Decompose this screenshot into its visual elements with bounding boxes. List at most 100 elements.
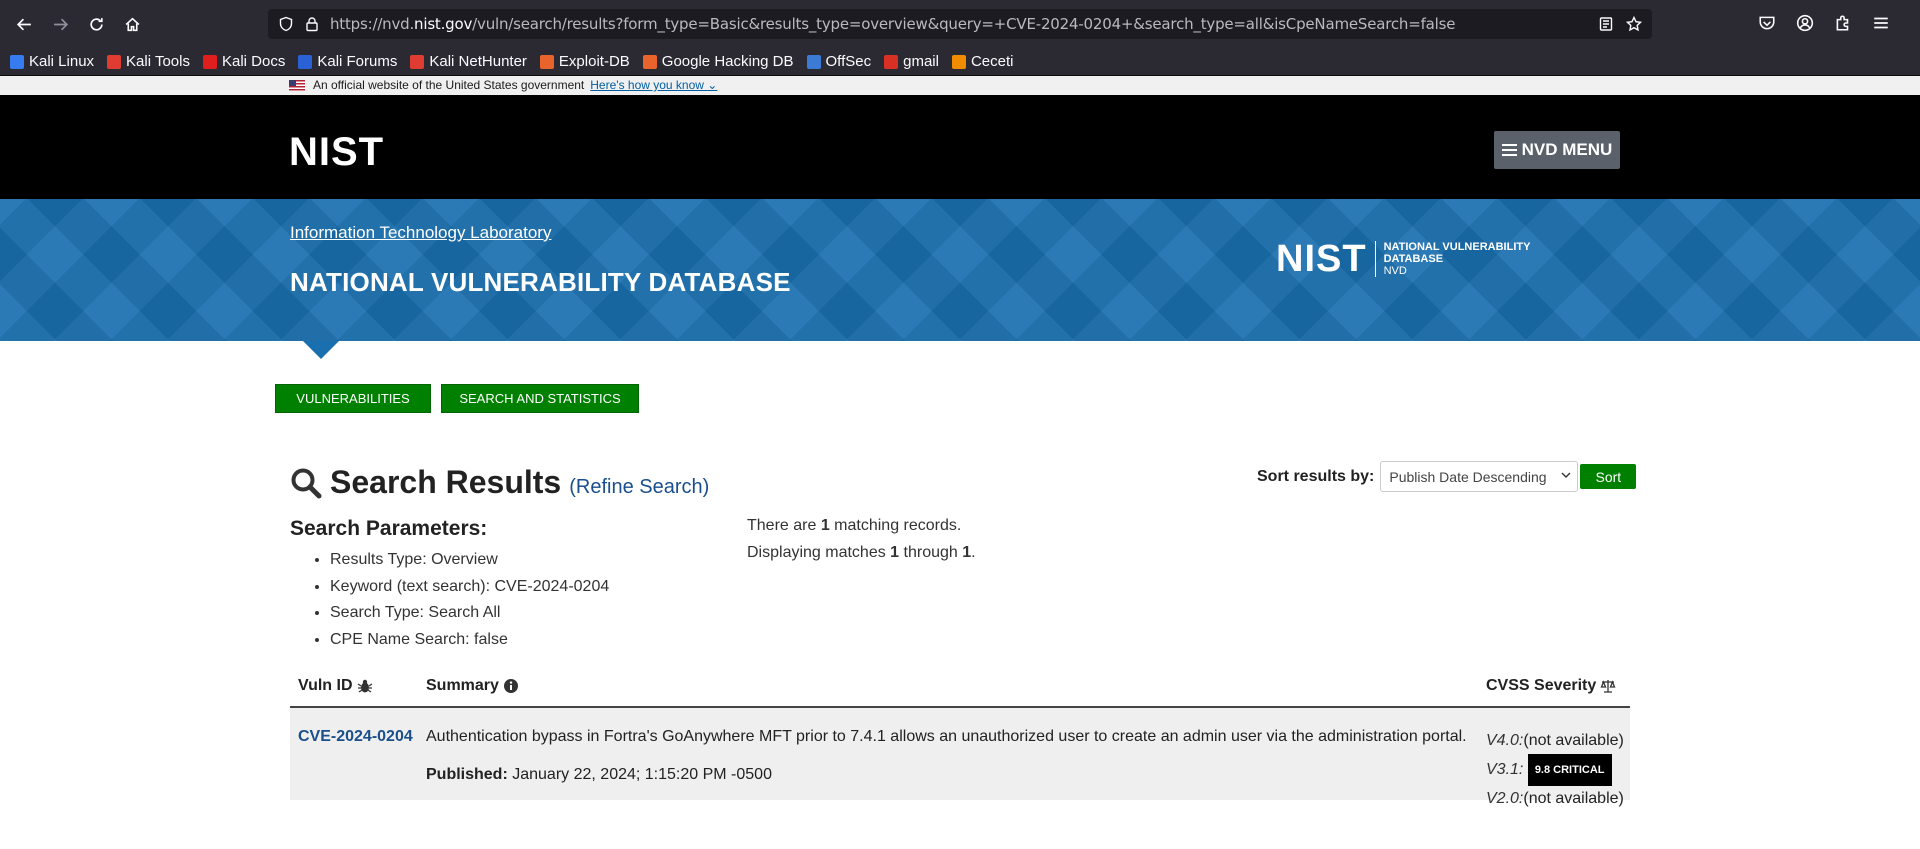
bookmark-item[interactable]: Google Hacking DB <box>642 53 794 70</box>
bookmark-label: Kali Tools <box>126 53 190 70</box>
bookmark-item[interactable]: Kali Forums <box>298 53 397 70</box>
nvd-title: NATIONAL VULNERABILITY DATABASE <box>290 267 791 297</box>
nvd-banner: Information Technology Laboratory NATION… <box>0 199 1920 341</box>
address-bar[interactable]: https://nvd.nist.gov/vuln/search/results… <box>268 9 1652 39</box>
scale-icon <box>1600 680 1616 693</box>
nvd-logo-line1: NATIONAL VULNERABILITY <box>1383 241 1531 253</box>
bookmark-item[interactable]: Kali Docs <box>202 53 286 70</box>
sort-controls: Sort results by: Publish Date Descending… <box>1257 461 1637 492</box>
bookmark-star-icon[interactable] <box>1625 15 1643 37</box>
table-row: CVE-2024-0204 Authentication bypass in F… <box>290 708 1630 807</box>
bookmark-item[interactable]: OffSec <box>806 53 871 70</box>
browser-toolbar: https://nvd.nist.gov/vuln/search/results… <box>0 0 1920 48</box>
page-title: Search Results <box>330 464 562 500</box>
bookmarks-bar: Kali Linux Kali Tools Kali Docs Kali Forums… <box>0 48 1920 76</box>
nvd-menu-button[interactable]: NVD MENU <box>1494 131 1620 169</box>
bookmark-label: gmail <box>903 53 939 70</box>
favicon-icon <box>806 54 821 69</box>
favicon-icon <box>107 54 122 69</box>
published-date: Published: January 22, 2024; 1:15:20 PM … <box>426 766 772 783</box>
col-vuln-id[interactable]: Vuln ID <box>298 677 373 695</box>
bug-icon <box>357 679 372 693</box>
cvss-v40: V4.0:(not available) <box>1486 732 1624 749</box>
favicon-icon <box>539 54 554 69</box>
nist-logo[interactable]: NIST <box>289 132 384 172</box>
cvss-v20: V2.0:(not available) <box>1486 790 1624 807</box>
match-count-line: There are 1 matching records. <box>747 517 962 534</box>
severity-badge[interactable]: 9.8 CRITICAL <box>1527 754 1612 786</box>
col-severity[interactable]: CVSS Severity <box>1486 677 1616 695</box>
lock-icon[interactable] <box>304 16 320 32</box>
bookmark-label: Exploit-DB <box>558 53 630 70</box>
nvd-logo[interactable]: NIST NATIONAL VULNERABILITY DATABASE NVD <box>1276 240 1531 278</box>
favicon-icon <box>951 54 966 69</box>
extensions-icon[interactable] <box>1834 14 1852 37</box>
info-icon[interactable] <box>503 678 519 694</box>
refine-search-link[interactable]: (Refine Search) <box>569 476 709 499</box>
gov-banner: An official website of the United States… <box>0 76 1920 95</box>
url-text: https://nvd.nist.gov/vuln/search/results… <box>330 15 1456 33</box>
search-results-heading: Search Results (Refine Search) <box>290 464 709 501</box>
bookmark-item[interactable]: Exploit-DB <box>539 53 630 70</box>
favicon-icon <box>410 54 425 69</box>
bookmark-label: Kali Forums <box>317 53 398 70</box>
nvd-menu-label: NVD MENU <box>1521 140 1613 159</box>
forward-icon[interactable] <box>48 12 72 36</box>
bookmark-item[interactable]: Kali NetHunter <box>410 53 527 70</box>
cvss-severity: V4.0:(not available) V3.1: 9.8 CRITICAL … <box>1486 728 1624 812</box>
account-icon[interactable] <box>1796 14 1814 37</box>
sort-button[interactable]: Sort <box>1580 464 1637 489</box>
hamburger-icon <box>1501 141 1517 159</box>
home-icon[interactable] <box>120 12 144 36</box>
match-summary: There are 1 matching records. Displaying… <box>747 513 976 566</box>
param-item: Keyword (text search): CVE-2024-0204 <box>330 574 609 601</box>
sort-select-value: Publish Date Descending <box>1389 468 1547 485</box>
bookmark-label: Kali Docs <box>221 53 286 70</box>
how-you-know-link[interactable]: Here's how you know ⌄ <box>590 78 717 92</box>
cve-id-link[interactable]: CVE-2024-0204 <box>298 728 413 746</box>
param-item: Results Type: Overview <box>330 547 609 574</box>
bookmark-label: Kali NetHunter <box>429 53 527 70</box>
bookmark-item[interactable]: Kali Tools <box>107 53 190 70</box>
table-header: Vuln ID Summary CVSS Severity <box>290 668 1630 708</box>
col-summary: Summary <box>426 677 519 695</box>
vulnerabilities-button[interactable]: VULNERABILITIES <box>275 384 431 413</box>
us-flag-icon <box>289 79 305 91</box>
params-heading: Search Parameters: <box>290 517 488 540</box>
sort-label: Sort results by: <box>1257 467 1375 485</box>
param-item: Search Type: Search All <box>330 600 609 627</box>
cvss-v31: V3.1: 9.8 CRITICAL <box>1486 754 1624 786</box>
sort-select[interactable]: Publish Date Descending <box>1380 461 1579 492</box>
reload-icon[interactable] <box>84 12 108 36</box>
nvd-logo-line2: DATABASE <box>1383 253 1444 265</box>
params-list: Results Type: Overview Keyword (text sea… <box>330 547 609 653</box>
favicon-icon <box>642 54 657 69</box>
bookmark-label: Kali Linux <box>29 53 95 70</box>
search-statistics-button[interactable]: SEARCH AND STATISTICS <box>441 384 639 413</box>
gov-banner-text: An official website of the United States… <box>313 78 585 92</box>
favicon-icon <box>298 54 313 69</box>
itl-link[interactable]: Information Technology Laboratory <box>290 223 551 243</box>
app-menu-icon[interactable] <box>1872 14 1890 37</box>
cve-summary: Authentication bypass in Fortra's GoAnyw… <box>426 728 1467 745</box>
param-item: CPE Name Search: false <box>330 627 609 654</box>
back-icon[interactable] <box>12 12 36 36</box>
chevron-down-icon: ⌄ <box>707 78 718 92</box>
favicon-icon <box>10 54 24 69</box>
site-header: NIST NVD MENU <box>0 95 1920 199</box>
bookmark-label: Ceceti <box>970 53 1014 70</box>
reader-view-icon[interactable] <box>1598 16 1614 37</box>
display-range-line: Displaying matches 1 through 1. <box>747 543 976 561</box>
search-icon <box>291 468 322 498</box>
bookmark-label: Google Hacking DB <box>661 53 794 70</box>
pocket-icon[interactable] <box>1758 14 1776 37</box>
shield-icon[interactable] <box>278 16 294 32</box>
results-table: Vuln ID Summary CVSS Severity CVE-2024-0… <box>290 668 1630 807</box>
favicon-icon <box>202 54 217 69</box>
chevron-down-icon <box>1561 472 1571 478</box>
bookmark-item[interactable]: Ceceti <box>951 53 1014 70</box>
search-parameters: Search Parameters: Results Type: Overvie… <box>290 517 609 653</box>
bookmark-item[interactable]: gmail <box>884 53 939 70</box>
bookmark-item[interactable]: Kali Linux <box>10 53 94 70</box>
nvd-logo-abbr: NVD <box>1383 265 1407 277</box>
